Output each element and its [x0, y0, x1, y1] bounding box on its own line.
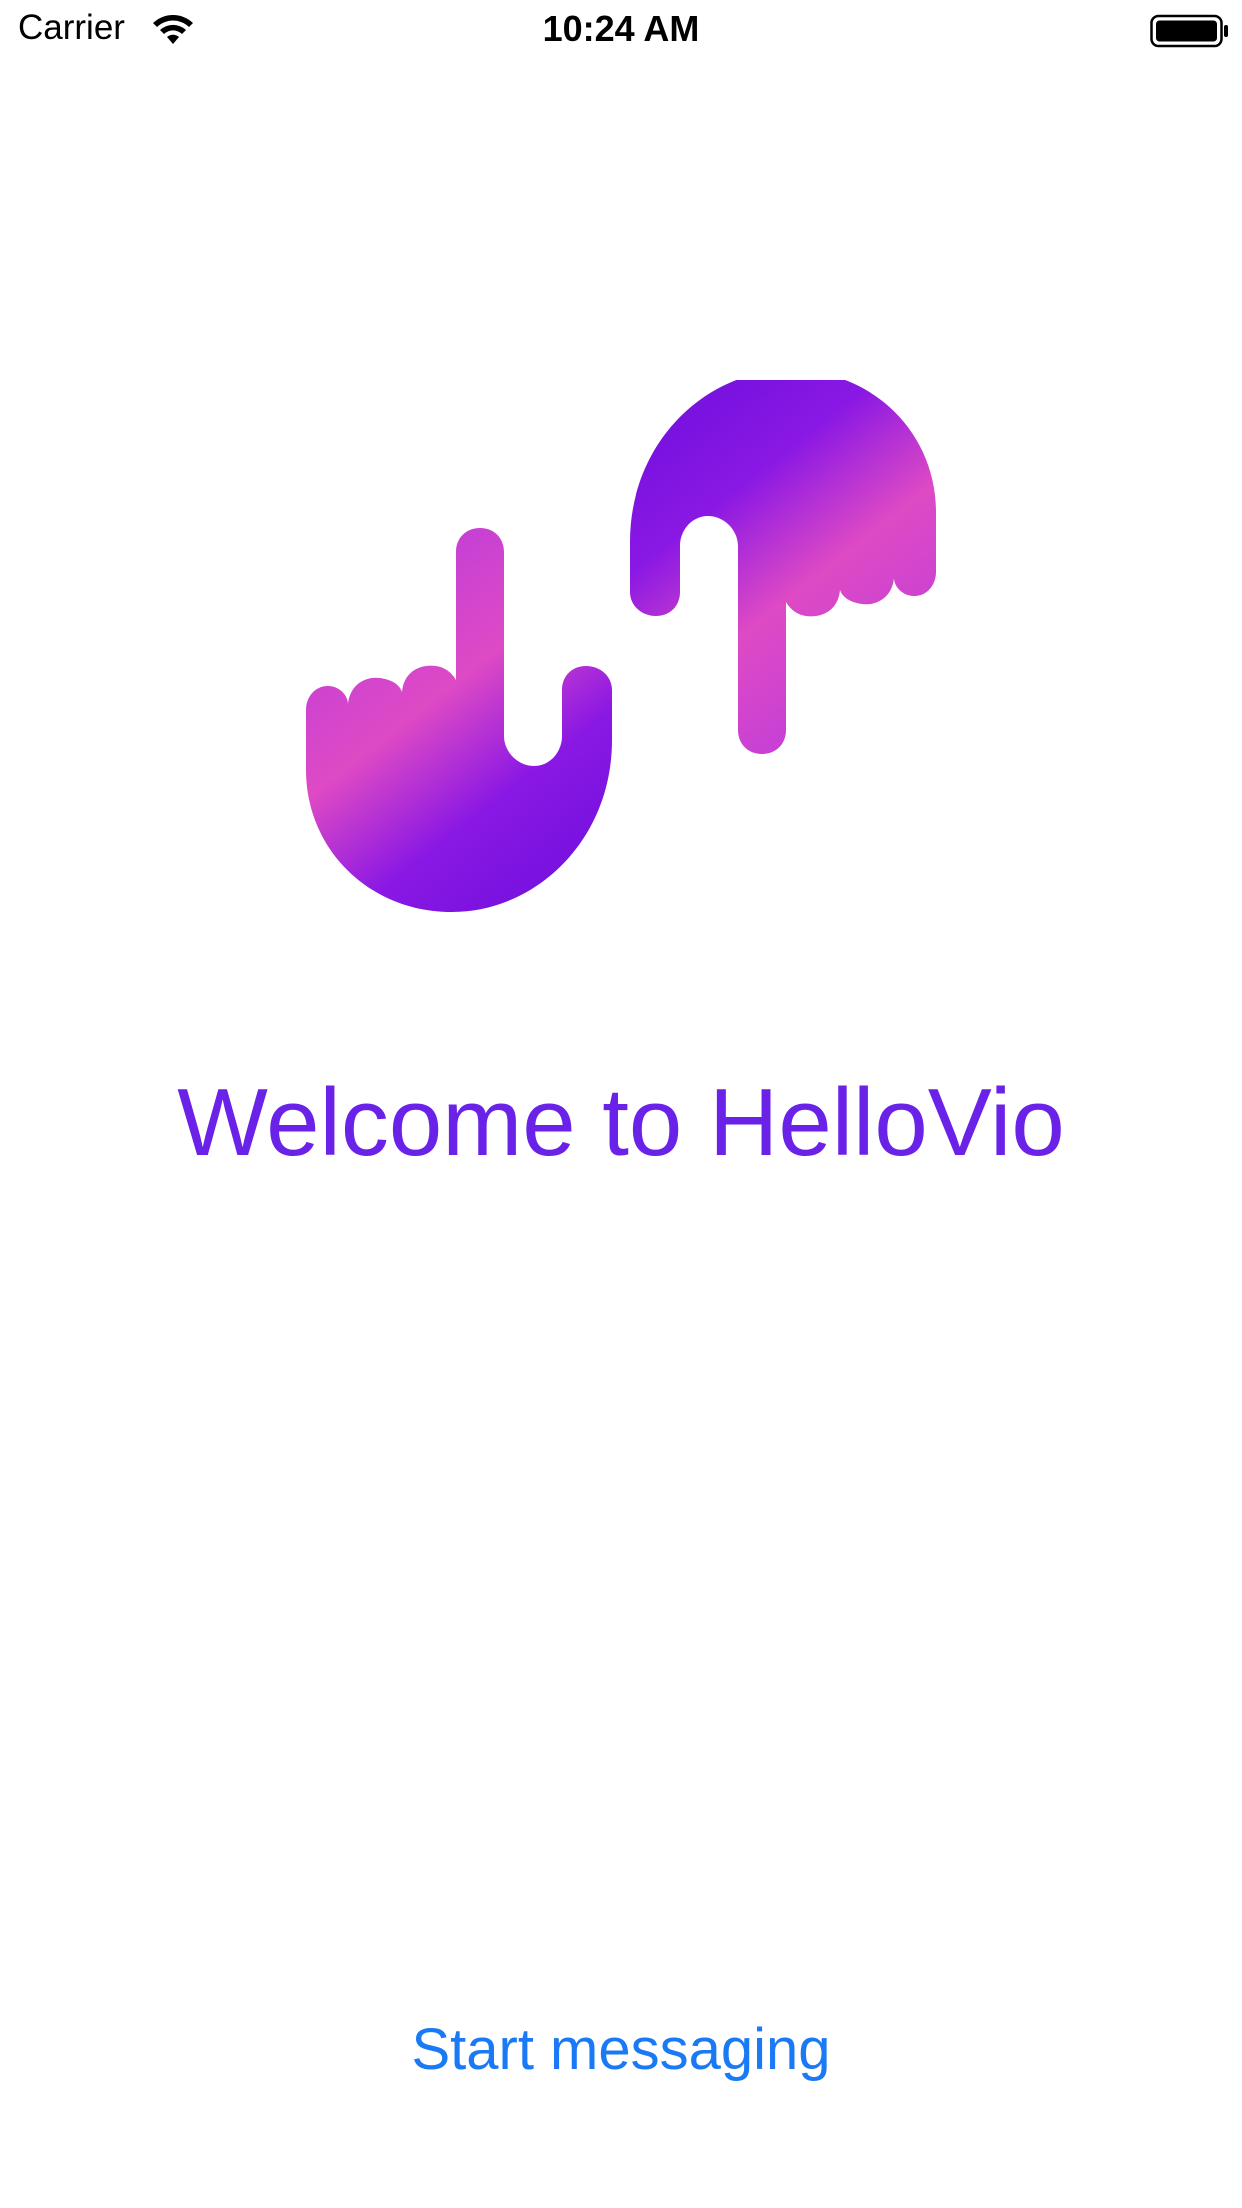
status-time: 10:24 AM [542, 8, 700, 49]
hellovio-hands-logo [306, 380, 936, 912]
start-messaging-button[interactable]: Start messaging [371, 2010, 871, 2090]
battery-full-icon [1150, 14, 1228, 48]
left-hand-shape [306, 528, 612, 912]
welcome-title: Welcome to HelloVio [177, 1069, 1065, 1176]
status-bar: Carrier 10:24 AM [0, 0, 1242, 60]
right-hand-shape [630, 380, 936, 754]
